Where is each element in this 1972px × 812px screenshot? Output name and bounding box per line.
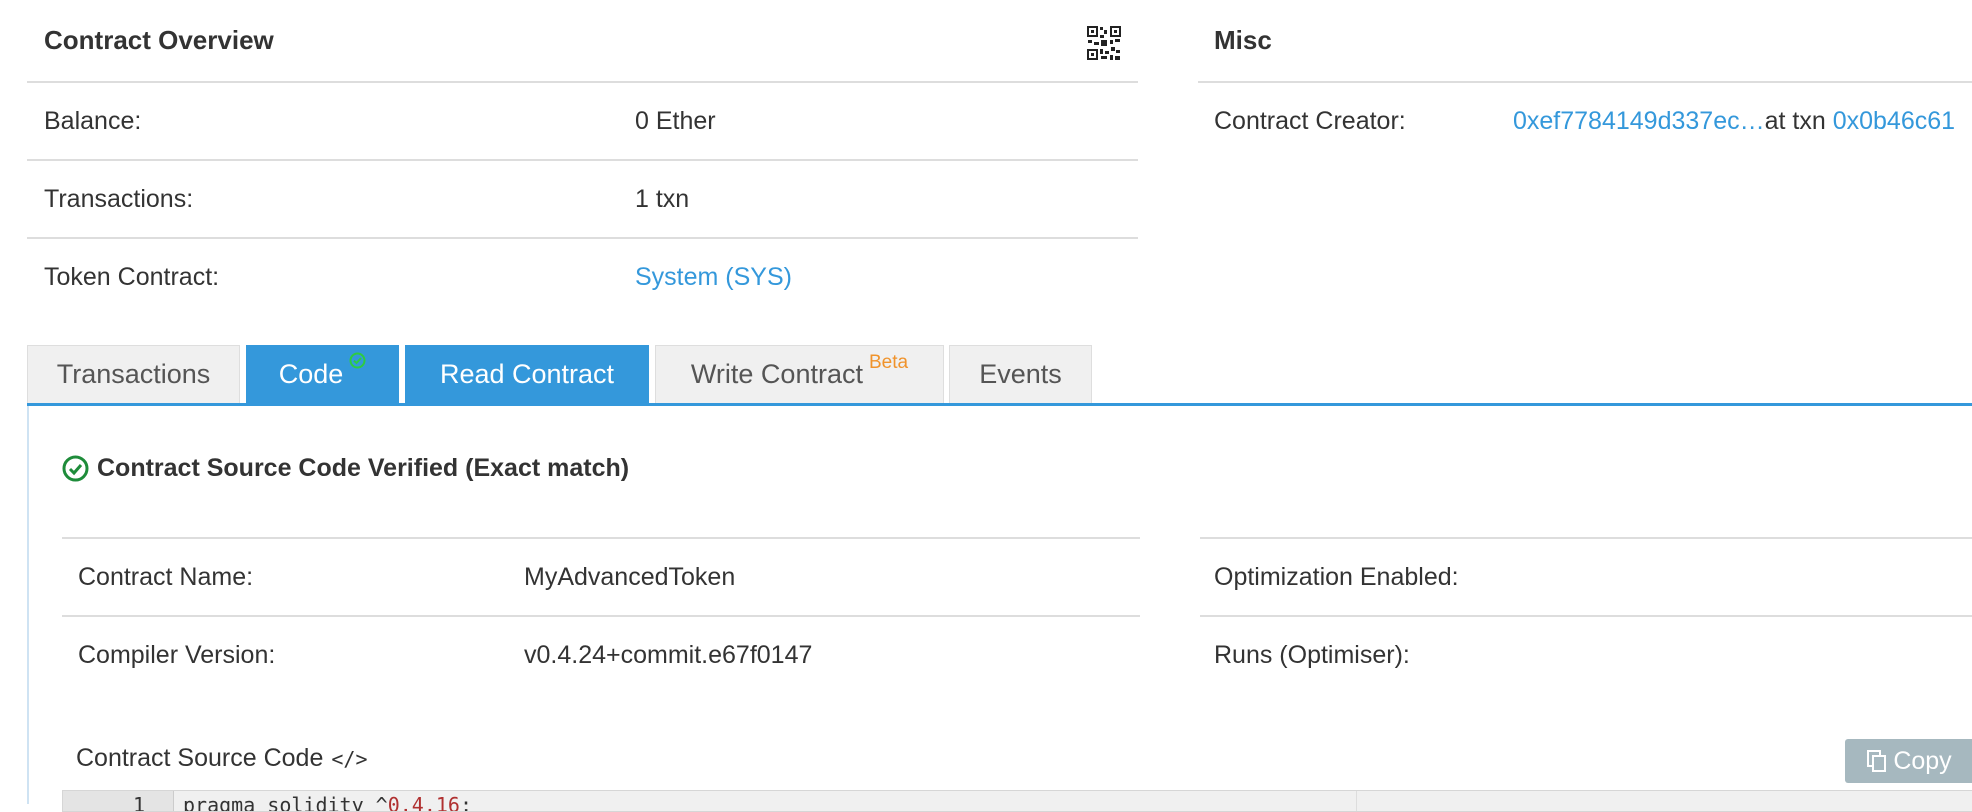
contract-creator-row: Contract Creator: 0xef7784149d337ec…at t… [1198,83,1972,159]
token-contract-link[interactable]: System (SYS) [635,263,792,292]
token-contract-label: Token Contract: [44,263,220,291]
check-circle-icon [349,352,366,374]
tab-read-contract-label: Read Contract [439,359,615,389]
tab-code[interactable]: Code [246,345,399,403]
tab-events-label: Events [979,359,1062,389]
balance-row: Balance: 0 Ether [27,83,1138,161]
source-code-label: Contract Source Code [76,744,324,772]
tab-transactions[interactable]: Transactions [27,345,240,403]
balance-label: Balance: [44,107,142,135]
code-line-end: ; [459,793,472,812]
contract-overview-header: Contract Overview [27,0,1138,83]
code-line: pragma solidity ^0.4.16; [183,793,472,812]
compiler-version-value: v0.4.24+commit.e67f0147 [524,641,813,669]
misc-title: Misc [1214,25,1272,55]
code-tab-content: Contract Source Code Verified (Exact mat… [27,406,1972,812]
tab-read-contract[interactable]: Read Contract [405,345,649,403]
contract-source-code-title: Contract Source Code </> [76,744,367,773]
compiler-version-label: Compiler Version: [78,641,276,669]
code-version-number: 0.4.16 [387,793,460,812]
transactions-row: Transactions: 1 txn [27,161,1138,239]
creation-txn-link[interactable]: 0x0b46c61 [1833,107,1955,135]
source-code-editor[interactable]: 1 pragma solidity ^0.4.16; [62,790,1972,812]
copy-button-label: Copy [1893,746,1952,775]
contract-creator-value: 0xef7784149d337ec…at txn 0x0b46c61 [1513,107,1955,136]
contract-info-left: Contract Name: MyAdvancedToken Compiler … [62,537,1140,693]
balance-value: 0 Ether [635,107,716,135]
verified-check-icon [62,455,89,482]
beta-badge: Beta [868,351,909,373]
editor-print-margin [1356,791,1357,811]
creator-address-link[interactable]: 0xef7784149d337ec… [1513,107,1765,135]
optimization-enabled-row: Optimization Enabled: [1200,537,1972,615]
contract-creator-label: Contract Creator: [1214,107,1406,135]
verified-heading: Contract Source Code Verified (Exact mat… [62,454,629,483]
contract-name-value: MyAdvancedToken [524,563,736,591]
tab-transactions-label: Transactions [56,359,211,389]
contract-name-row: Contract Name: MyAdvancedToken [62,537,1140,615]
contract-info-right: Optimization Enabled: Runs (Optimiser): [1200,537,1972,693]
at-txn-text: at txn [1764,107,1833,135]
runs-optimiser-label: Runs (Optimiser): [1214,641,1410,669]
compiler-version-row: Compiler Version: v0.4.24+commit.e67f014… [62,615,1140,693]
runs-optimiser-row: Runs (Optimiser): [1200,615,1972,693]
contract-overview-panel: Contract Overview Balance: 0 Ether Trans… [27,0,1138,315]
tab-events[interactable]: Events [949,345,1092,403]
token-contract-row: Token Contract: System (SYS) [27,239,1138,315]
qr-code-icon[interactable] [1086,25,1122,61]
code-keyword: pragma solidity ^ [183,793,388,812]
line-number: 1 [132,793,145,812]
copy-icon [1867,750,1887,772]
verified-text: Contract Source Code Verified (Exact mat… [97,454,630,482]
tab-code-label: Code [278,359,344,389]
optimization-enabled-label: Optimization Enabled: [1214,563,1459,591]
editor-gutter: 1 [63,791,174,811]
transactions-value: 1 txn [635,185,690,213]
tab-write-contract[interactable]: Write Contract Beta [655,345,944,403]
transactions-label: Transactions: [44,185,194,213]
contract-overview-title: Contract Overview [44,25,274,55]
contract-name-label: Contract Name: [78,563,254,591]
code-icon: </> [331,746,368,771]
misc-panel: Misc Contract Creator: 0xef7784149d337ec… [1198,0,1972,135]
copy-button[interactable]: Copy [1845,739,1972,783]
tab-write-contract-label: Write Contract [690,359,863,389]
misc-header: Misc [1198,0,1972,83]
